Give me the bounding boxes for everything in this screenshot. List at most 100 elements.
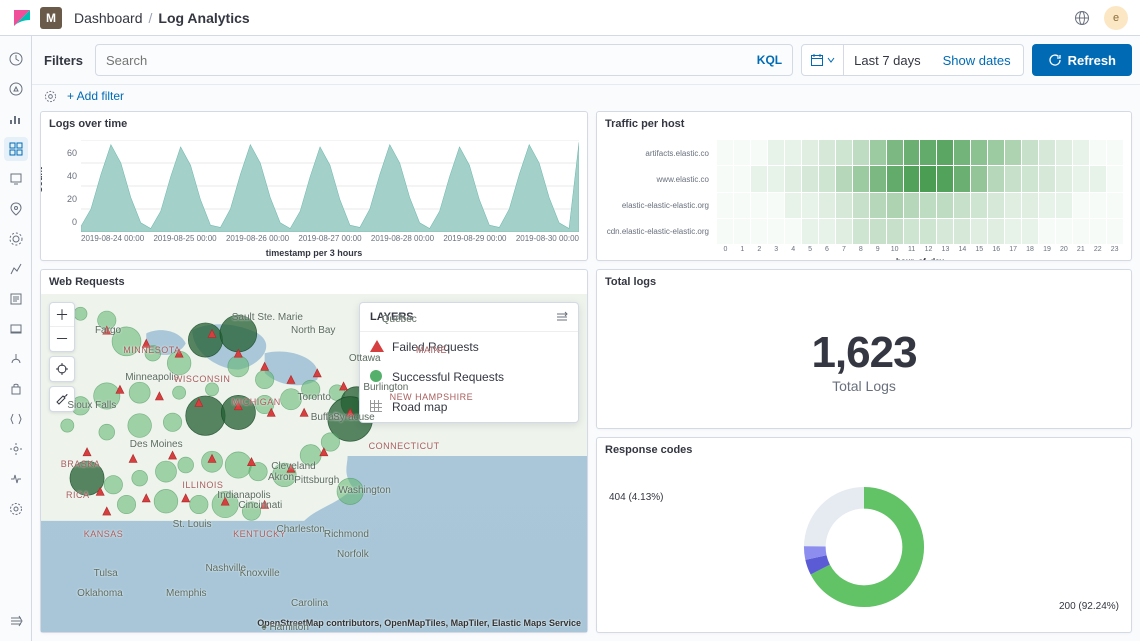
heat-cell bbox=[870, 219, 886, 244]
heat-cell bbox=[734, 166, 750, 191]
nav-management-icon[interactable] bbox=[4, 497, 28, 521]
heat-cell bbox=[1073, 193, 1089, 218]
heat-x-tick: 2 bbox=[751, 246, 768, 256]
total-value: 1,623 bbox=[811, 328, 916, 378]
search-input-container: KQL bbox=[95, 44, 793, 76]
nav-logs-icon[interactable] bbox=[4, 287, 28, 311]
nav-stack-icon[interactable] bbox=[4, 437, 28, 461]
layer-label: Successful Requests bbox=[392, 370, 504, 384]
nav-apm-icon[interactable] bbox=[4, 317, 28, 341]
heat-cell bbox=[988, 193, 1004, 218]
heat-cell bbox=[768, 219, 784, 244]
success-marker bbox=[74, 307, 87, 320]
logs-chart-body[interactable]: Count 0 20 40 60 80 2019-08-24 00:00 bbox=[41, 136, 587, 260]
map-place-label: Québec bbox=[382, 314, 417, 325]
map-place-label: St. Louis bbox=[173, 519, 212, 530]
filter-options-icon[interactable] bbox=[44, 90, 57, 103]
zoom-out-button[interactable]: － bbox=[50, 327, 74, 351]
side-nav bbox=[0, 36, 32, 641]
x-axis-label: timestamp per 3 hours bbox=[41, 248, 587, 258]
x-tick: 2019-08-25 00:00 bbox=[153, 234, 216, 246]
heatmap-body[interactable]: artifacts.elastic.co www.elastic.co elas… bbox=[597, 136, 1131, 260]
map-place-label: Memphis bbox=[166, 588, 207, 599]
nav-canvas-icon[interactable] bbox=[4, 167, 28, 191]
success-marker bbox=[99, 424, 115, 440]
nav-siem-icon[interactable] bbox=[4, 377, 28, 401]
heat-cell bbox=[785, 140, 801, 165]
heat-cell bbox=[768, 140, 784, 165]
calendar-icon[interactable] bbox=[802, 45, 844, 75]
response-codes-panel: Response codes 404 (4.13%) 200 (92.24%) bbox=[596, 437, 1132, 633]
query-bar: Filters KQL Last 7 days Show dates Refre… bbox=[32, 36, 1140, 85]
heat-cell bbox=[971, 219, 987, 244]
x-tick: 2019-08-30 00:00 bbox=[516, 234, 579, 246]
heat-cell bbox=[937, 219, 953, 244]
nav-recent-icon[interactable] bbox=[4, 47, 28, 71]
heat-row-label: artifacts.elastic.co bbox=[601, 140, 713, 166]
nav-uptime-icon[interactable] bbox=[4, 347, 28, 371]
heat-cell bbox=[819, 140, 835, 165]
filter-row: + Add filter bbox=[32, 85, 1140, 111]
nav-collapse-icon[interactable] bbox=[4, 609, 28, 633]
panel-title: Response codes bbox=[597, 438, 1131, 462]
map-body[interactable]: ＋ － LAYERS bbox=[41, 294, 587, 632]
area-chart bbox=[81, 140, 579, 232]
traffic-per-host-panel: Traffic per host artifacts.elastic.co ww… bbox=[596, 111, 1132, 261]
add-filter-link[interactable]: + Add filter bbox=[67, 89, 124, 103]
heat-cell bbox=[887, 166, 903, 191]
heat-cell bbox=[1090, 166, 1106, 191]
nav-ml-icon[interactable] bbox=[4, 227, 28, 251]
space-badge[interactable]: M bbox=[40, 7, 62, 29]
fit-bounds-button[interactable] bbox=[50, 357, 74, 381]
heat-cell bbox=[971, 140, 987, 165]
heat-x-tick: 3 bbox=[768, 246, 785, 256]
map-place-label: Washington bbox=[338, 485, 390, 496]
heat-x-tick: 15 bbox=[971, 246, 988, 256]
success-marker bbox=[129, 382, 150, 403]
refresh-button[interactable]: Refresh bbox=[1032, 44, 1132, 76]
kibana-logo-icon[interactable] bbox=[12, 8, 32, 28]
heat-cell bbox=[1107, 193, 1123, 218]
x-tick: 2019-08-29 00:00 bbox=[443, 234, 506, 246]
y-tick: 0 bbox=[72, 217, 77, 227]
breadcrumb-root[interactable]: Dashboard bbox=[74, 10, 143, 26]
nav-dashboard-icon[interactable] bbox=[4, 137, 28, 161]
heat-cell bbox=[954, 219, 970, 244]
heat-cell bbox=[1005, 219, 1021, 244]
nav-visualize-icon[interactable] bbox=[4, 107, 28, 131]
heat-cell bbox=[1022, 219, 1038, 244]
search-input[interactable] bbox=[106, 53, 757, 68]
heat-cell bbox=[734, 193, 750, 218]
nav-metrics-icon[interactable] bbox=[4, 257, 28, 281]
panel-title: Logs over time bbox=[41, 112, 587, 136]
heat-row-labels: artifacts.elastic.co www.elastic.co elas… bbox=[601, 140, 713, 244]
heat-x-tick: 8 bbox=[852, 246, 869, 256]
show-dates-link[interactable]: Show dates bbox=[931, 53, 1023, 68]
breadcrumb-current: Log Analytics bbox=[158, 10, 249, 26]
heat-x-tick: 23 bbox=[1106, 246, 1123, 256]
nav-maps-icon[interactable] bbox=[4, 197, 28, 221]
heat-x-tick: 13 bbox=[937, 246, 954, 256]
codes-body[interactable]: 404 (4.13%) 200 (92.24%) bbox=[597, 462, 1131, 632]
nav-monitoring-icon[interactable] bbox=[4, 467, 28, 491]
heat-cell bbox=[819, 219, 835, 244]
heat-cell bbox=[802, 166, 818, 191]
layer-failed[interactable]: Failed Requests bbox=[360, 332, 578, 362]
heat-cell bbox=[870, 166, 886, 191]
date-picker[interactable]: Last 7 days Show dates bbox=[801, 44, 1023, 76]
success-marker bbox=[117, 495, 135, 513]
newsfeed-icon[interactable] bbox=[1070, 6, 1094, 30]
nav-discover-icon[interactable] bbox=[4, 77, 28, 101]
heat-cell bbox=[1107, 140, 1123, 165]
layers-menu-icon[interactable] bbox=[556, 311, 568, 323]
map-place-label: Des Moines bbox=[130, 439, 183, 450]
nav-devtools-icon[interactable] bbox=[4, 407, 28, 431]
heat-cell bbox=[988, 166, 1004, 191]
total-label: Total Logs bbox=[832, 378, 896, 394]
heat-cell bbox=[988, 219, 1004, 244]
heat-cell bbox=[904, 140, 920, 165]
avatar[interactable]: e bbox=[1104, 6, 1128, 30]
heat-cell bbox=[870, 140, 886, 165]
kql-toggle[interactable]: KQL bbox=[757, 53, 782, 67]
zoom-in-button[interactable]: ＋ bbox=[50, 303, 74, 327]
